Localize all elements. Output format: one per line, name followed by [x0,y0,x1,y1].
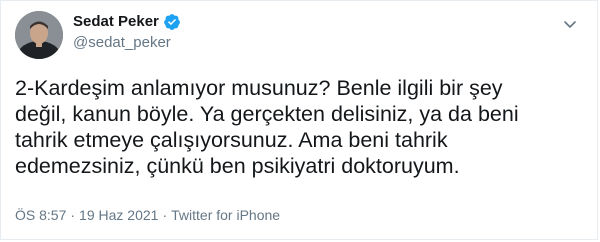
chevron-down-icon[interactable] [559,13,581,35]
tweet-text: 2-Kardeşim anlamıyor musunuz? Benle ilgi… [15,76,519,178]
meta-separator: · [70,207,76,223]
verified-badge-icon [163,13,181,31]
author-name-row[interactable]: Sedat Peker [73,13,181,31]
tweet-source[interactable]: Twitter for iPhone [171,206,280,224]
tweet-card: Sedat Peker @sedat_peker 2-Kardeşim anla… [0,0,598,240]
avatar[interactable] [15,11,63,59]
tweet-time[interactable]: ÖS 8:57 [15,206,66,224]
avatar-image [15,11,63,59]
author-display-name[interactable]: Sedat Peker [73,13,159,31]
tweet-meta: ÖS 8:57 · 19 Haz 2021 · Twitter for iPho… [15,206,280,224]
tweet-date[interactable]: 19 Haz 2021 [79,206,158,224]
author-handle[interactable]: @sedat_peker [73,34,171,52]
meta-separator: · [162,207,168,223]
